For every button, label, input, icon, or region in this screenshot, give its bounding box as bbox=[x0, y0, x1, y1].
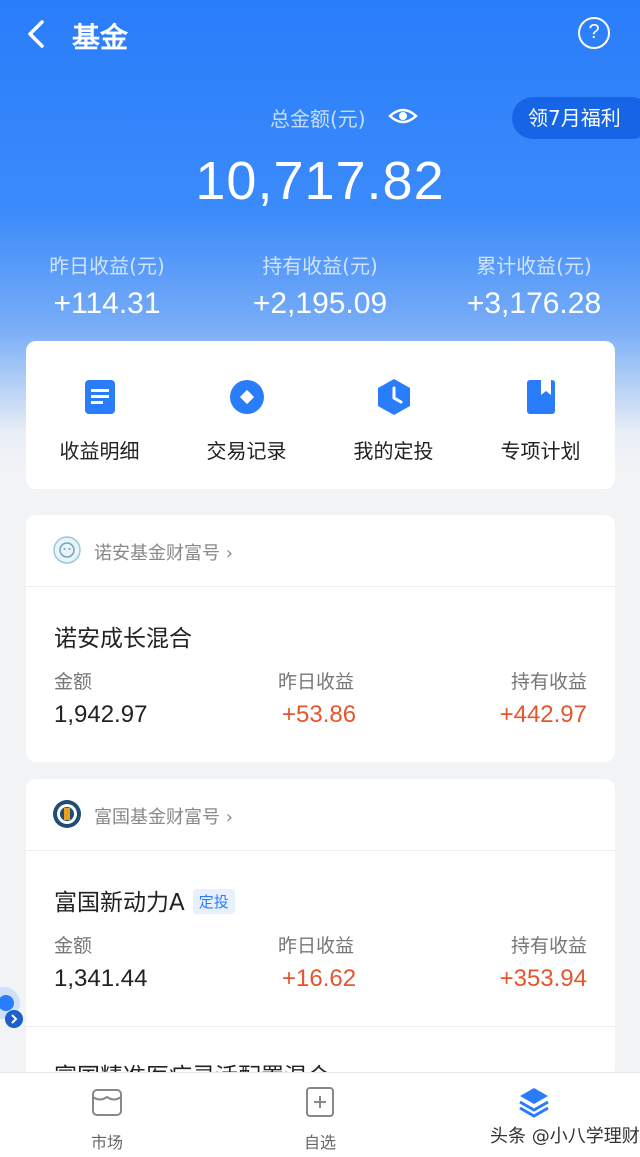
total-amount-value: 10,717.82 bbox=[195, 151, 445, 211]
action-label: 我的定投 bbox=[353, 439, 434, 463]
stat-cumulative: 累计收益(元) +3,176.28 bbox=[434, 250, 634, 321]
quick-actions: 收益明细 交易记录 我的定投 专项计划 bbox=[26, 341, 615, 489]
action-special-plan[interactable]: 专项计划 bbox=[467, 377, 614, 464]
fund-company-header[interactable]: 诺安基金财富号 › bbox=[26, 515, 615, 587]
yesterday-value: +16.62 bbox=[282, 965, 357, 992]
fund-card[interactable]: 富国基金财富号 › 富国新动力A 定投 金额 昨日收益 持有收益 1,341.44… bbox=[26, 779, 615, 1079]
fund-card[interactable]: 诺安基金财富号 › 诺安成长混合 金额 昨日收益 持有收益 1,942.97 +… bbox=[26, 515, 615, 762]
fund-company-header[interactable]: 富国基金财富号 › bbox=[26, 779, 615, 851]
yesterday-label: 昨日收益 bbox=[278, 935, 355, 957]
auto-invest-tag: 定投 bbox=[192, 889, 235, 914]
divider bbox=[26, 1026, 615, 1027]
nav-watchlist[interactable]: 自选 bbox=[260, 1085, 380, 1153]
action-trade-records[interactable]: 交易记录 bbox=[173, 377, 320, 464]
nav-label: 自选 bbox=[303, 1133, 336, 1152]
chevron-right-icon: › bbox=[225, 807, 233, 828]
amount-label: 金额 bbox=[54, 935, 93, 957]
stat-value: +3,176.28 bbox=[466, 287, 602, 320]
chevron-left-icon bbox=[28, 20, 44, 48]
fund-name: 富国新动力A 定投 bbox=[54, 883, 235, 917]
watermark: 头条 @小八学理财 bbox=[490, 1126, 640, 1147]
action-label: 收益明细 bbox=[59, 439, 140, 463]
nav-holdings[interactable] bbox=[474, 1085, 594, 1123]
amount-value: 1,942.97 bbox=[54, 701, 148, 728]
stat-value: +2,195.09 bbox=[252, 287, 388, 320]
action-label: 交易记录 bbox=[206, 439, 287, 463]
add-watchlist-icon bbox=[306, 1087, 334, 1117]
stat-label: 昨日收益(元) bbox=[49, 254, 165, 278]
fund-company-name: 诺安基金财富号 › bbox=[94, 543, 233, 564]
document-icon bbox=[84, 380, 115, 414]
stat-label: 持有收益(元) bbox=[262, 254, 378, 278]
stat-value: +114.31 bbox=[53, 287, 161, 320]
amount-value: 1,341.44 bbox=[54, 965, 148, 992]
page-title: 基金 bbox=[72, 21, 129, 54]
nav-market[interactable]: 市场 bbox=[47, 1085, 167, 1153]
floating-assistant-icon[interactable] bbox=[0, 985, 32, 1029]
promo-button[interactable]: 领7月福利 bbox=[512, 97, 640, 139]
layers-icon bbox=[519, 1088, 549, 1118]
help-button[interactable]: ? bbox=[578, 17, 610, 49]
lion-logo-icon bbox=[53, 536, 81, 564]
holding-value: +442.97 bbox=[499, 701, 587, 728]
holding-value: +353.94 bbox=[499, 965, 587, 992]
clock-icon bbox=[377, 379, 410, 415]
bookmark-icon bbox=[526, 380, 555, 414]
back-button[interactable] bbox=[20, 14, 56, 54]
yesterday-value: +53.86 bbox=[282, 701, 357, 728]
holding-label: 持有收益 bbox=[510, 935, 587, 957]
amount-label: 金额 bbox=[54, 671, 93, 693]
total-amount-label: 总金额(元) bbox=[270, 107, 366, 131]
market-icon bbox=[92, 1089, 122, 1116]
fund-name: 诺安成长混合 bbox=[54, 626, 192, 652]
fund-company-name: 富国基金财富号 › bbox=[94, 807, 233, 828]
stat-holding: 持有收益(元) +2,195.09 bbox=[220, 250, 420, 321]
fullgoal-logo-icon bbox=[53, 800, 81, 828]
stat-label: 累计收益(元) bbox=[476, 254, 592, 278]
stat-yesterday: 昨日收益(元) +114.31 bbox=[7, 250, 207, 321]
action-income-detail[interactable]: 收益明细 bbox=[26, 377, 173, 464]
action-my-auto-invest[interactable]: 我的定投 bbox=[320, 377, 467, 464]
eye-icon[interactable] bbox=[388, 104, 418, 128]
holding-label: 持有收益 bbox=[510, 671, 587, 693]
nav-label: 市场 bbox=[90, 1133, 123, 1152]
yesterday-label: 昨日收益 bbox=[278, 671, 355, 693]
top-bar: 基金 ? bbox=[0, 0, 640, 68]
action-label: 专项计划 bbox=[500, 439, 581, 463]
chevron-right-icon: › bbox=[225, 543, 233, 564]
record-icon bbox=[229, 380, 264, 414]
